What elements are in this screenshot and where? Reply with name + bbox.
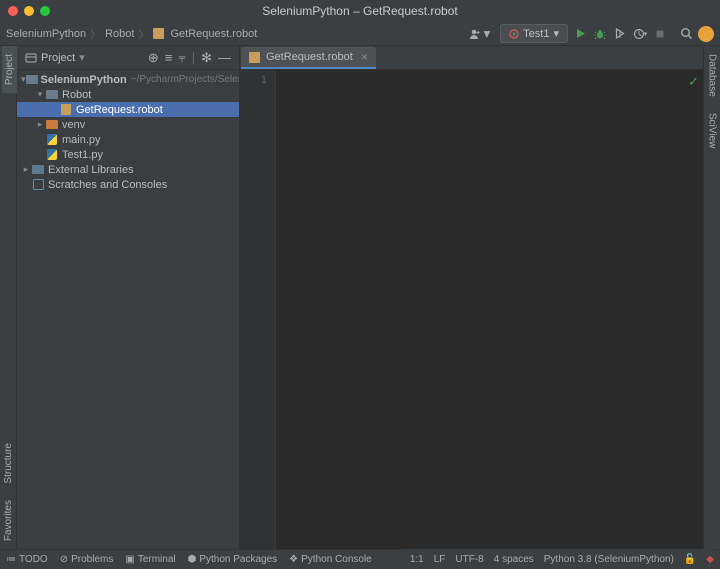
tab-label: GetRequest.robot: [266, 51, 353, 63]
inspection-ok-icon[interactable]: ✓: [688, 74, 699, 90]
add-user-button[interactable]: ▾: [463, 24, 496, 44]
structure-tool-tab[interactable]: Structure: [1, 435, 16, 492]
crumb-project[interactable]: SeleniumPython: [6, 28, 86, 40]
collapse-all-icon[interactable]: ⫧: [178, 50, 185, 66]
expand-arrow-icon[interactable]: ▸: [21, 164, 31, 175]
python-interpreter[interactable]: Python 3.8 (SeleniumPython): [544, 554, 674, 565]
database-tool-tab[interactable]: Database: [705, 46, 720, 105]
tree-scratches[interactable]: Scratches and Consoles: [17, 177, 239, 192]
python-file-icon: [47, 134, 57, 145]
chevron-down-icon: ▾: [553, 27, 559, 40]
tree-external-libs[interactable]: ▸ External Libraries: [17, 162, 239, 177]
tree-file-test1[interactable]: Test1.py: [17, 147, 239, 162]
tree-folder-venv[interactable]: ▸ venv: [17, 117, 239, 132]
editor-tab-bar: GetRequest.robot ×: [240, 46, 703, 70]
robot-file-icon: [249, 52, 260, 63]
cursor-position[interactable]: 1:1: [410, 554, 424, 565]
readonly-lock-icon[interactable]: 🔓: [684, 554, 696, 565]
robot-file-icon: [153, 28, 164, 39]
library-icon: [32, 165, 44, 174]
titlebar: SeleniumPython – GetRequest.robot: [0, 0, 720, 22]
status-bar-right: 1:1 LF UTF-8 4 spaces Python 3.8 (Seleni…: [402, 549, 714, 569]
module-icon: [26, 75, 38, 84]
breadcrumb: SeleniumPython 〉 Robot 〉 GetRequest.robo…: [6, 26, 257, 42]
close-icon[interactable]: [8, 6, 18, 16]
crumb-folder[interactable]: Robot: [105, 28, 134, 40]
run-button[interactable]: [572, 26, 588, 42]
expand-arrow-icon[interactable]: ▸: [35, 119, 45, 130]
maximize-icon[interactable]: [40, 6, 50, 16]
tree-file-getrequest[interactable]: GetRequest.robot: [17, 102, 239, 117]
run-configuration-dropdown[interactable]: Test1 ▾: [500, 24, 568, 43]
chevron-down-icon: ▾: [644, 30, 648, 38]
line-ending[interactable]: LF: [434, 554, 446, 565]
tree-folder-robot[interactable]: ▾ Robot: [17, 87, 239, 102]
window-controls: [8, 6, 50, 16]
project-panel: Project ▾ ⊕ ≡ ⫧ | ✻ — ▾ SeleniumPython ~…: [17, 46, 240, 549]
chevron-down-icon: ▾: [483, 26, 490, 42]
right-tool-gutter: Database SciView: [703, 46, 720, 549]
select-opened-file-icon[interactable]: ⊕: [148, 50, 159, 66]
code-area[interactable]: ✓: [276, 70, 703, 549]
chevron-down-icon: ▾: [79, 51, 85, 64]
sciview-tool-tab[interactable]: SciView: [705, 105, 720, 156]
debug-button[interactable]: [592, 26, 608, 42]
close-tab-icon[interactable]: ×: [361, 50, 368, 64]
project-tree: ▾ SeleniumPython ~/PycharmProjects/Selen…: [17, 70, 239, 549]
problems-tool[interactable]: ⊘Problems: [60, 554, 114, 565]
panel-title-text: Project: [41, 52, 75, 64]
navigation-bar: SeleniumPython 〉 Robot 〉 GetRequest.robo…: [0, 22, 720, 46]
editor-area: GetRequest.robot × 1 ✓: [240, 46, 703, 549]
folder-icon: [46, 90, 58, 99]
stop-button[interactable]: [652, 26, 668, 42]
ide-status-icon[interactable]: ◆: [706, 554, 714, 565]
chevron-right-icon: 〉: [90, 26, 101, 42]
project-view-selector[interactable]: Project ▾: [25, 51, 85, 64]
minimize-icon[interactable]: [24, 6, 34, 16]
editor-body[interactable]: 1 ✓: [240, 70, 703, 549]
scratches-icon: [33, 179, 44, 190]
hide-panel-icon[interactable]: —: [218, 50, 231, 66]
editor-tab-getrequest[interactable]: GetRequest.robot ×: [241, 47, 376, 69]
expand-arrow-icon[interactable]: ▾: [35, 89, 45, 100]
test-icon: [509, 29, 519, 39]
chevron-right-icon: 〉: [138, 26, 149, 42]
terminal-tool[interactable]: ▣Terminal: [125, 554, 175, 565]
expand-all-icon[interactable]: ≡: [165, 50, 173, 66]
favorites-tool-tab[interactable]: Favorites: [1, 492, 16, 549]
gear-icon[interactable]: ✻: [201, 50, 212, 66]
tree-root[interactable]: ▾ SeleniumPython ~/PycharmProjects/Selen…: [17, 72, 239, 87]
search-icon[interactable]: [678, 26, 694, 42]
toolbar-right: ▾ Test1 ▾ ▾: [463, 24, 714, 44]
project-tool-tab[interactable]: Project: [0, 46, 17, 93]
python-packages-tool[interactable]: ⬢Python Packages: [188, 554, 278, 565]
run-config-name: Test1: [523, 28, 549, 40]
line-number: 1: [240, 74, 267, 86]
main-area: Project Structure Favorites Project ▾ ⊕ …: [0, 46, 720, 549]
robot-file-icon: [61, 104, 71, 115]
project-icon: [25, 52, 37, 64]
window-title: SeleniumPython – GetRequest.robot: [262, 4, 457, 18]
venv-folder-icon: [46, 120, 58, 129]
left-tool-gutter: Project Structure Favorites: [0, 46, 17, 549]
project-panel-header: Project ▾ ⊕ ≡ ⫧ | ✻ —: [17, 46, 239, 70]
profile-button[interactable]: ▾: [632, 26, 648, 42]
todo-tool[interactable]: ≔TODO: [6, 554, 48, 565]
tree-file-main[interactable]: main.py: [17, 132, 239, 147]
avatar[interactable]: [698, 26, 714, 42]
indent-setting[interactable]: 4 spaces: [494, 554, 534, 565]
crumb-file[interactable]: GetRequest.robot: [170, 28, 257, 40]
line-gutter: 1: [240, 70, 276, 549]
python-console-tool[interactable]: ❖Python Console: [289, 554, 372, 565]
python-file-icon: [47, 149, 57, 160]
coverage-button[interactable]: [612, 26, 628, 42]
file-encoding[interactable]: UTF-8: [455, 554, 483, 565]
